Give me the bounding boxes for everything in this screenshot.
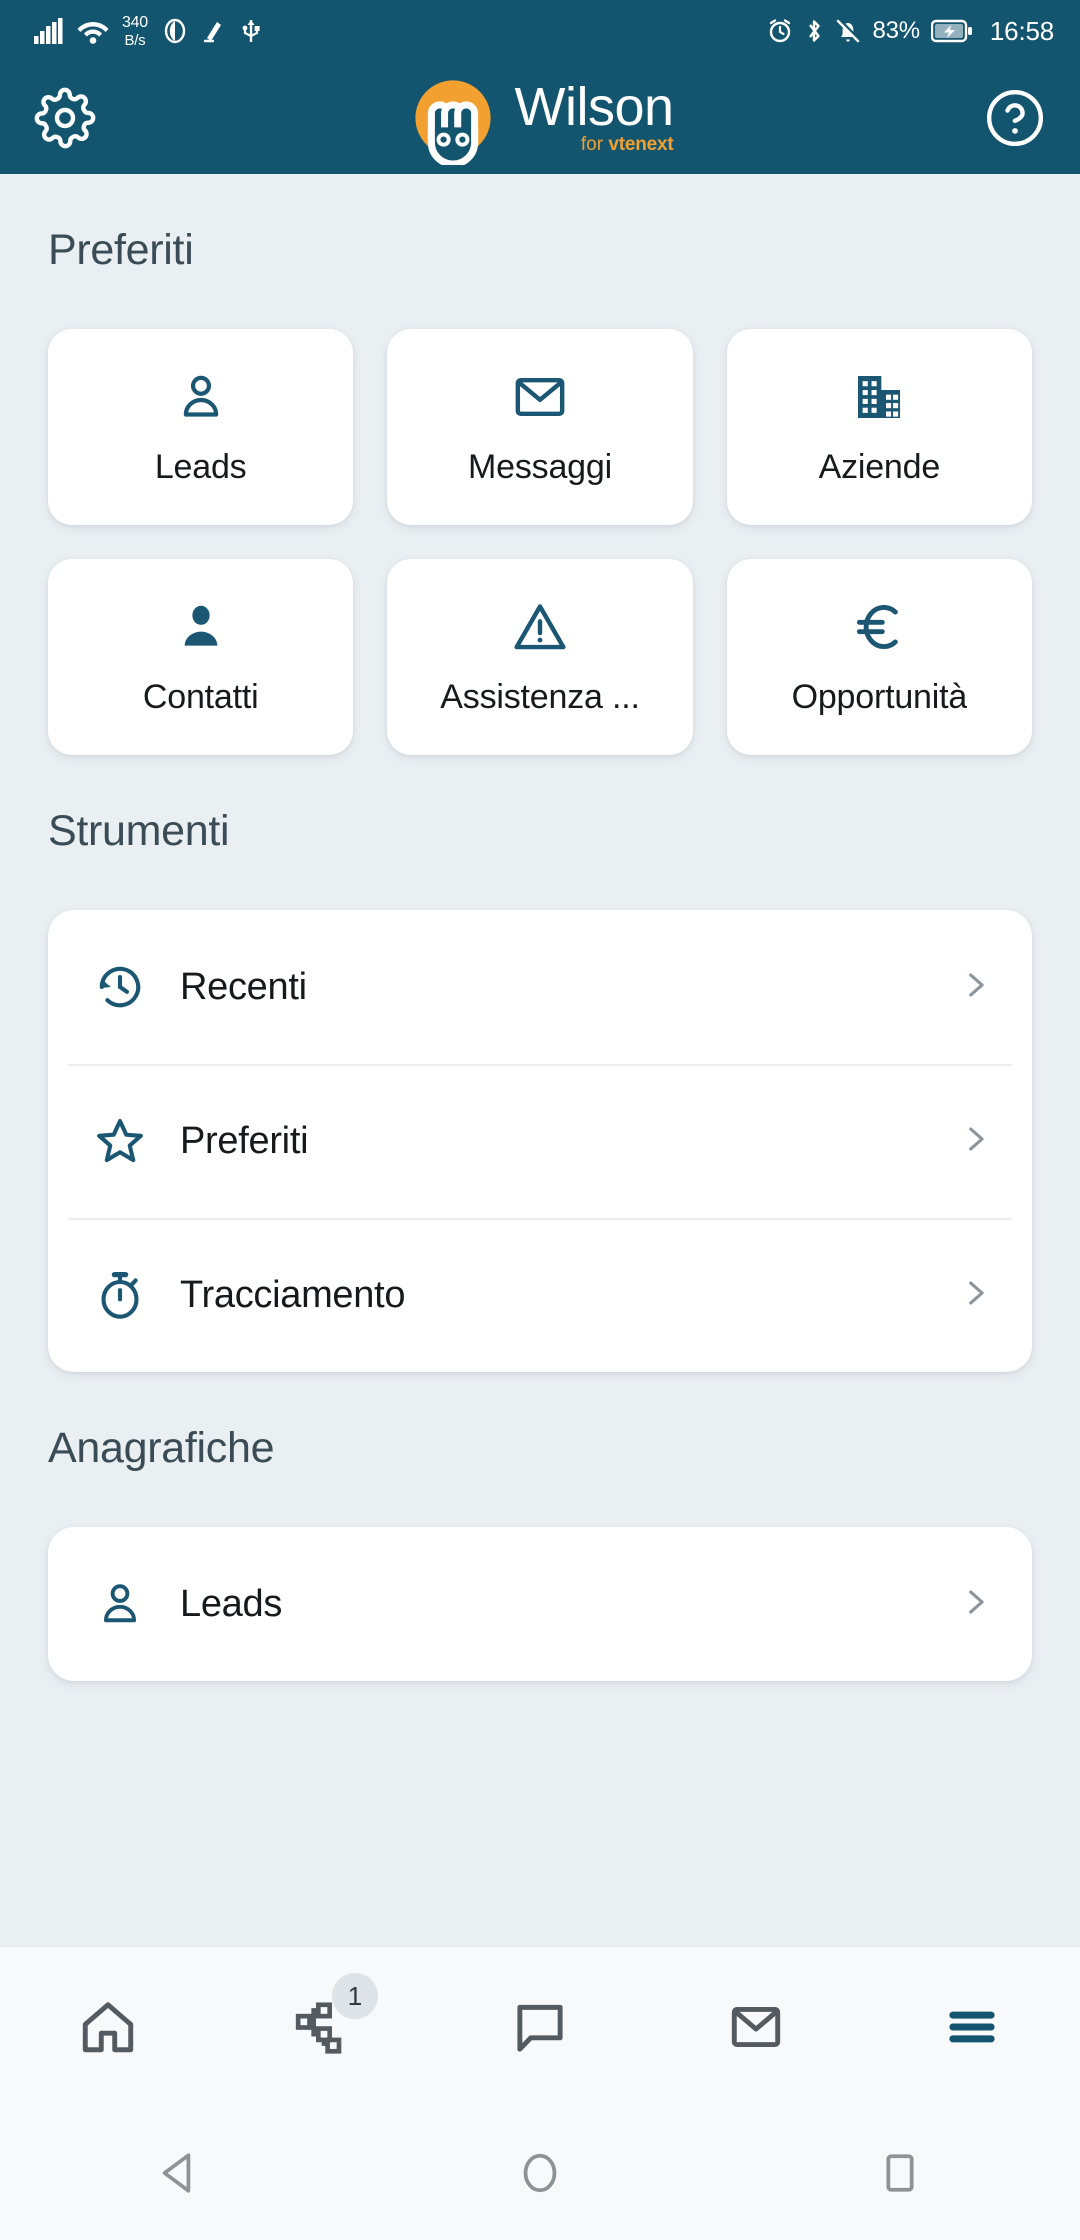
favorite-card-leads[interactable]: Leads bbox=[48, 329, 354, 525]
person-outline-icon bbox=[173, 368, 229, 426]
bottom-nav-processes[interactable]: 1 bbox=[216, 1947, 432, 2106]
app-subtitle-brand: vtenext bbox=[608, 134, 674, 156]
recents-button[interactable] bbox=[720, 2145, 1080, 2201]
envelope-icon bbox=[731, 2006, 781, 2047]
tools-item-label: Preferiti bbox=[180, 1119, 309, 1162]
tools-list: Recenti Preferiti Tracciamento bbox=[48, 910, 1032, 1372]
tools-item-tracciamento[interactable]: Tracciamento bbox=[48, 1218, 1032, 1372]
records-list: Leads bbox=[48, 1527, 1032, 1681]
star-outline-icon bbox=[94, 1115, 180, 1167]
battery-charging-icon bbox=[930, 19, 972, 43]
favorites-grid: Leads Messaggi Aziende Contatti Assisten… bbox=[0, 275, 1080, 755]
records-item-label: Leads bbox=[180, 1582, 283, 1625]
home-circle-icon bbox=[523, 2153, 557, 2193]
status-bar: 340 B/s 83% 16:58 bbox=[0, 0, 1080, 62]
eye-comfort-icon bbox=[164, 18, 185, 44]
recents-square-icon bbox=[886, 2154, 914, 2192]
help-circle-icon bbox=[986, 89, 1044, 147]
app-subtitle: for vtenext bbox=[514, 134, 674, 156]
signal-icon bbox=[34, 18, 63, 44]
bottom-nav-menu[interactable] bbox=[864, 1947, 1080, 2106]
notification-off-icon bbox=[837, 18, 862, 43]
section-title-strumenti: Strumenti bbox=[48, 807, 230, 855]
chevron-right-icon bbox=[958, 1585, 992, 1624]
app-title: Wilson bbox=[514, 76, 674, 137]
bottom-nav-chat[interactable] bbox=[432, 1947, 648, 2106]
bottom-navigation-bar: 1 bbox=[0, 1946, 1080, 2106]
tools-item-preferiti[interactable]: Preferiti bbox=[48, 1064, 1032, 1218]
favorite-card-contatti[interactable]: Contatti bbox=[48, 559, 354, 755]
favorite-card-label: Contatti bbox=[142, 677, 259, 716]
favorite-card-label: Assistenza ... bbox=[440, 677, 640, 716]
help-button[interactable] bbox=[966, 87, 1046, 149]
favorite-card-aziende[interactable]: Aziende bbox=[726, 329, 1032, 525]
wifi-icon bbox=[77, 22, 109, 44]
network-speed: 340 B/s bbox=[122, 13, 148, 49]
gear-icon bbox=[34, 87, 96, 149]
app-logo: Wilson for vtenext bbox=[406, 71, 674, 168]
favorite-card-label: Opportunità bbox=[791, 677, 968, 716]
settings-button[interactable] bbox=[34, 87, 114, 149]
envelope-icon bbox=[512, 368, 568, 426]
tools-item-label: Tracciamento bbox=[180, 1273, 406, 1316]
euro-icon bbox=[851, 598, 907, 656]
records-item-leads[interactable]: Leads bbox=[48, 1527, 1032, 1681]
alarm-icon bbox=[770, 19, 791, 43]
section-title-preferiti: Preferiti bbox=[48, 226, 194, 274]
wilson-owl-logo-icon bbox=[406, 71, 500, 168]
mute-icon bbox=[203, 22, 221, 43]
favorite-card-label: Messaggi bbox=[468, 447, 612, 486]
main-scroll-area[interactable]: Preferiti Leads Messaggi Aziende Contatt… bbox=[0, 174, 1080, 1946]
back-triangle-icon bbox=[162, 2153, 191, 2193]
chevron-right-icon bbox=[958, 1122, 992, 1161]
person-filled-icon bbox=[173, 598, 229, 656]
bluetooth-icon bbox=[809, 20, 821, 42]
favorite-card-opportunita[interactable]: Opportunità bbox=[726, 559, 1032, 755]
favorite-card-messaggi[interactable]: Messaggi bbox=[387, 329, 693, 525]
status-bar-left: 340 B/s bbox=[34, 13, 261, 49]
hamburger-menu-icon bbox=[949, 2011, 995, 2042]
processes-badge: 1 bbox=[332, 1973, 378, 2019]
status-bar-right: 83% 16:58 bbox=[767, 16, 1054, 47]
tools-item-label: Recenti bbox=[180, 965, 307, 1008]
chat-bubble-icon bbox=[517, 2004, 563, 2052]
history-clock-icon bbox=[94, 961, 180, 1013]
favorite-card-label: Leads bbox=[154, 447, 247, 486]
battery-percent: 83% bbox=[872, 17, 920, 44]
chevron-right-icon bbox=[958, 1276, 992, 1315]
bottom-nav-home[interactable] bbox=[0, 1947, 216, 2106]
building-icon bbox=[851, 368, 907, 426]
chevron-right-icon bbox=[958, 968, 992, 1007]
warning-triangle-icon bbox=[512, 598, 568, 656]
home-icon bbox=[82, 2001, 134, 2052]
network-speed-value: 340 bbox=[122, 13, 148, 31]
favorite-card-assistenza[interactable]: Assistenza ... bbox=[387, 559, 693, 755]
usb-icon bbox=[242, 20, 260, 42]
stopwatch-icon bbox=[94, 1269, 180, 1321]
app-subtitle-for: for bbox=[580, 134, 604, 156]
tools-item-recenti[interactable]: Recenti bbox=[48, 910, 1032, 1064]
bottom-nav-mail[interactable] bbox=[648, 1947, 864, 2106]
back-button[interactable] bbox=[0, 2145, 360, 2201]
clock-time: 16:58 bbox=[989, 15, 1054, 46]
network-speed-unit: B/s bbox=[124, 31, 146, 49]
section-title-anagrafiche: Anagrafiche bbox=[48, 1424, 275, 1472]
android-system-navigation bbox=[0, 2106, 1080, 2240]
app-header: Wilson for vtenext bbox=[0, 62, 1080, 174]
person-outline-icon bbox=[94, 1578, 180, 1630]
favorite-card-label: Aziende bbox=[818, 447, 941, 486]
home-button[interactable] bbox=[360, 2145, 720, 2201]
